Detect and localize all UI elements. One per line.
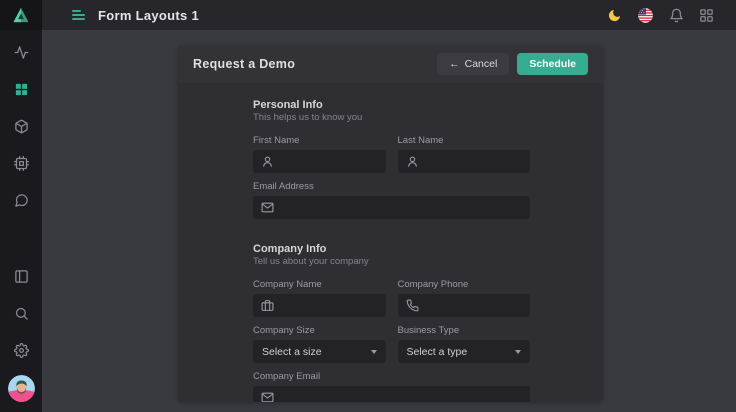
person-icon <box>261 155 274 168</box>
company-size-label: Company Size <box>253 325 386 336</box>
first-name-field: First Name <box>253 135 386 173</box>
person-icon <box>406 155 419 168</box>
sidebar-item-messages[interactable] <box>0 182 42 219</box>
arrow-left-icon: ← <box>449 58 460 70</box>
sidebar-item-activity[interactable] <box>0 34 42 71</box>
chevron-down-icon <box>515 350 521 354</box>
company-email-text-input[interactable] <box>281 392 522 403</box>
email-input[interactable] <box>253 196 530 219</box>
company-name-label: Company Name <box>253 279 386 290</box>
package-icon <box>14 119 29 134</box>
first-name-input[interactable] <box>253 150 386 173</box>
language-us-flag-icon[interactable] <box>637 7 654 24</box>
cancel-button-label: Cancel <box>465 58 498 70</box>
company-email-label: Company Email <box>253 371 530 382</box>
sidebar-item-search[interactable] <box>0 295 42 332</box>
menu-toggle-icon[interactable] <box>72 10 85 20</box>
name-row: First Name Last Name <box>253 135 530 173</box>
last-name-input[interactable] <box>398 150 531 173</box>
cpu-icon <box>14 156 29 171</box>
user-avatar[interactable] <box>8 375 35 402</box>
top-navbar: Form Layouts 1 <box>42 0 736 30</box>
last-name-label: Last Name <box>398 135 531 146</box>
business-type-selected-value: Select a type <box>407 346 516 358</box>
company-name-field: Company Name <box>253 279 386 317</box>
business-type-label: Business Type <box>398 325 531 336</box>
company-email-row: Company Email <box>253 371 530 402</box>
sidebar-item-settings[interactable] <box>0 332 42 369</box>
chat-bubble-icon <box>14 193 29 208</box>
layout-panel-icon <box>14 269 29 284</box>
card-title: Request a Demo <box>193 57 295 71</box>
apps-grid-icon[interactable] <box>699 8 714 23</box>
card-header: Request a Demo ← Cancel Schedule <box>178 45 603 83</box>
company-phone-text-input[interactable] <box>426 300 523 312</box>
business-type-select[interactable]: Select a type <box>398 340 531 363</box>
company-name-input[interactable] <box>253 294 386 317</box>
company-email-input[interactable] <box>253 386 530 402</box>
business-type-field: Business Type Select a type <box>398 325 531 363</box>
email-label: Email Address <box>253 181 530 192</box>
mail-icon <box>261 201 274 214</box>
phone-icon <box>406 299 419 312</box>
email-field: Email Address <box>253 181 530 219</box>
triangle-logo-icon <box>11 5 31 25</box>
cancel-button[interactable]: ← Cancel <box>437 53 509 75</box>
company-phone-input[interactable] <box>398 294 531 317</box>
schedule-button[interactable]: Schedule <box>517 53 588 75</box>
gear-icon <box>14 343 29 358</box>
mail-icon <box>261 391 274 402</box>
company-name-phone-row: Company Name Company Phone <box>253 279 530 317</box>
company-email-field: Company Email <box>253 371 530 402</box>
schedule-button-label: Schedule <box>529 58 576 70</box>
company-size-selected-value: Select a size <box>262 346 371 358</box>
last-name-field: Last Name <box>398 135 531 173</box>
email-row: Email Address <box>253 181 530 219</box>
personal-info-heading: Personal Info <box>253 99 530 112</box>
briefcase-icon <box>261 299 274 312</box>
sidebar-item-layout-toggle[interactable] <box>0 258 42 295</box>
page-title: Form Layouts 1 <box>98 8 199 23</box>
sidebar-nav-bottom <box>0 258 42 402</box>
activity-icon <box>14 45 29 60</box>
sidebar-nav-top <box>0 34 42 219</box>
sidebar-item-hardware[interactable] <box>0 145 42 182</box>
company-info-heading: Company Info <box>253 243 530 256</box>
grid-icon <box>14 82 29 97</box>
first-name-label: First Name <box>253 135 386 146</box>
chevron-down-icon <box>371 350 377 354</box>
company-info-subheading: Tell us about your company <box>253 256 530 267</box>
app-logo[interactable] <box>0 0 42 30</box>
theme-toggle-moon-icon[interactable] <box>607 8 622 23</box>
sidebar <box>0 0 42 412</box>
avatar-image <box>8 375 35 402</box>
notifications-bell-icon[interactable] <box>669 8 684 23</box>
card-actions: ← Cancel Schedule <box>437 53 588 75</box>
search-icon <box>14 306 29 321</box>
company-phone-label: Company Phone <box>398 279 531 290</box>
request-demo-card: Request a Demo ← Cancel Schedule Persona… <box>178 45 603 402</box>
first-name-text-input[interactable] <box>281 156 378 168</box>
company-name-text-input[interactable] <box>281 300 378 312</box>
company-size-select[interactable]: Select a size <box>253 340 386 363</box>
card-body: Personal Info This helps us to know you … <box>178 83 603 402</box>
main-content: Request a Demo ← Cancel Schedule Persona… <box>42 30 736 412</box>
personal-info-subheading: This helps us to know you <box>253 112 530 123</box>
company-phone-field: Company Phone <box>398 279 531 317</box>
last-name-text-input[interactable] <box>426 156 523 168</box>
navbar-actions <box>607 7 714 24</box>
email-text-input[interactable] <box>281 202 522 214</box>
sidebar-item-layouts[interactable] <box>0 71 42 108</box>
size-type-row: Company Size Select a size Business Type… <box>253 325 530 363</box>
company-size-field: Company Size Select a size <box>253 325 386 363</box>
sidebar-item-components[interactable] <box>0 108 42 145</box>
